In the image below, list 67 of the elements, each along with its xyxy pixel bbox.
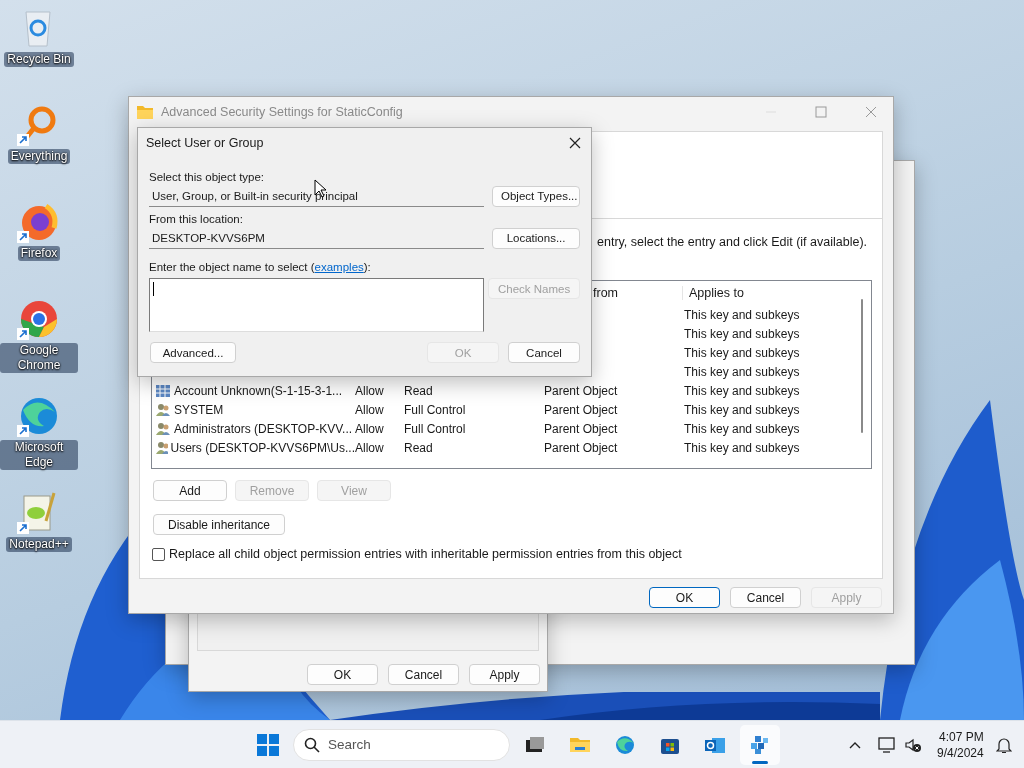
- object-name-field[interactable]: [149, 278, 485, 332]
- table-cell-text: Allow: [355, 421, 385, 436]
- grid-icon: [155, 383, 171, 398]
- cubes-icon[interactable]: [749, 733, 771, 756]
- table-cell-text: Allow: [355, 440, 385, 455]
- table-cell-text: This key and subkeys: [684, 440, 801, 455]
- dialog-button[interactable]: OK: [649, 587, 720, 608]
- table-cell-text: Allow: [355, 402, 385, 417]
- instruction-text: entry, select the entry and click Edit (if available).: [597, 235, 868, 249]
- dialog-title: Select User or Group: [146, 136, 265, 150]
- dialog-button[interactable]: OK: [307, 664, 378, 685]
- table-cell: Administrators (DESKTOP-KVV...: [155, 421, 355, 436]
- search-field[interactable]: Search: [293, 728, 510, 761]
- dialog-button[interactable]: Cancel: [730, 587, 801, 608]
- dialog-button[interactable]: Advanced...: [150, 342, 236, 363]
- dialog-button[interactable]: Cancel: [388, 664, 459, 685]
- table-cell-text: Read: [404, 383, 434, 398]
- field-label: Enter the object name to select (examples):: [149, 261, 371, 273]
- search-icon: [304, 736, 320, 753]
- table-cell-text: This key and subkeys: [684, 326, 801, 341]
- table-cell-text: Full Control: [404, 402, 467, 417]
- window-title: Advanced Security Settings for StaticConfig: [161, 105, 404, 119]
- icon-label: Google Chrome: [0, 343, 78, 373]
- table-cell-text: Read: [404, 440, 434, 455]
- disable-inheritance-button[interactable]: Disable inheritance: [153, 514, 285, 535]
- list-button[interactable]: Add: [153, 480, 227, 501]
- close-icon[interactable]: [569, 137, 581, 149]
- object-types-button[interactable]: Object Types...: [492, 185, 580, 207]
- icon-label: Notepad++: [6, 537, 72, 552]
- icon-label: Microsoft Edge: [0, 440, 78, 470]
- checkbox[interactable]: [152, 547, 165, 561]
- dialog-button[interactable]: Cancel: [508, 342, 580, 363]
- field-label: From this location:: [149, 213, 243, 225]
- checkbox-label: Replace all child object permission entries with inheritable permission entries from this object: [169, 547, 682, 561]
- browser-icon[interactable]: [614, 733, 636, 756]
- users-icon: [155, 402, 171, 417]
- table-cell-text: Allow: [355, 383, 385, 398]
- table-cell-text: This key and subkeys: [684, 345, 801, 360]
- table-cell-text: This key and subkeys: [684, 383, 801, 398]
- field-label: Select this object type:: [149, 171, 265, 183]
- table-cell: SYSTEM: [155, 402, 355, 417]
- table-cell-text: Parent Object: [544, 383, 619, 398]
- icon-label: Recycle Bin: [4, 52, 74, 67]
- table-cell-text: This key and subkeys: [684, 364, 801, 379]
- dialog-button[interactable]: Apply: [469, 664, 540, 685]
- icon-label: Firefox: [17, 246, 61, 261]
- table-cell-text: This key and subkeys: [684, 421, 801, 436]
- start-icon[interactable]: [256, 732, 280, 757]
- column-header[interactable]: from: [593, 286, 683, 300]
- users-icon: [155, 440, 168, 455]
- table-cell-text: Parent Object: [544, 421, 619, 436]
- folder-icon: [137, 105, 153, 119]
- table-cell-text: This key and subkeys: [684, 402, 801, 417]
- table-cell-text: Full Control: [404, 421, 467, 436]
- table-cell-text: Parent Object: [544, 440, 619, 455]
- table-cell: Users (DESKTOP-KVVS6PM\Us...: [155, 440, 355, 455]
- clock[interactable]: 4:07 PM 9/4/2024: [937, 728, 984, 761]
- locations-button[interactable]: Locations...: [492, 227, 580, 249]
- column-header[interactable]: Applies to: [683, 286, 853, 300]
- examples-link[interactable]: examples: [314, 261, 364, 273]
- monitor-icon[interactable]: [878, 735, 898, 754]
- bell-icon[interactable]: [995, 735, 1012, 754]
- table-cell-text: Parent Object: [544, 402, 619, 417]
- table-cell-text: This key and subkeys: [684, 307, 801, 322]
- users-icon: [155, 421, 171, 436]
- table-cell: Account Unknown(S-1-15-3-1...: [155, 383, 355, 398]
- icon-label: Everything: [7, 149, 71, 164]
